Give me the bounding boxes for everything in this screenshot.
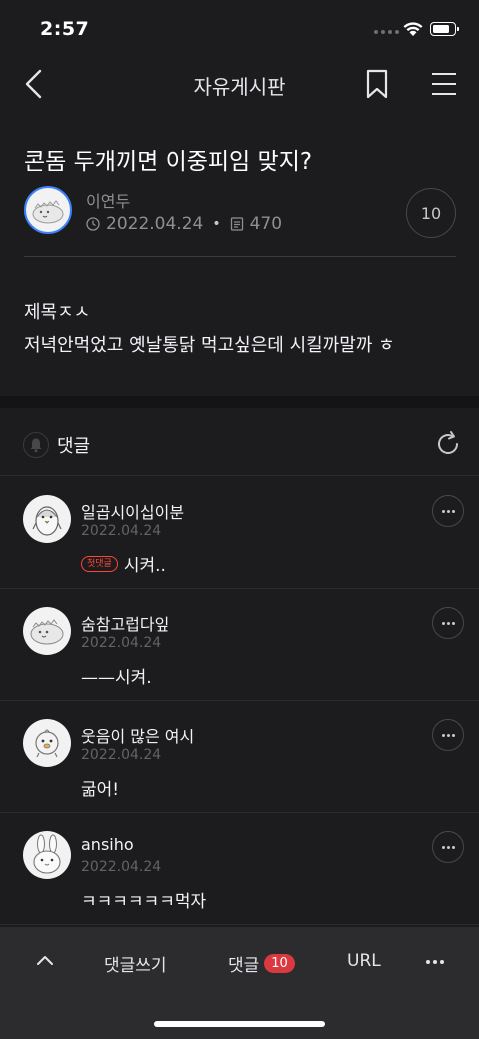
- comment-more-button[interactable]: [432, 719, 464, 751]
- chevron-up-icon[interactable]: [34, 949, 56, 971]
- post-meta: 2022.04.24 • 470: [86, 214, 282, 234]
- comments-button[interactable]: 댓글 10: [228, 951, 295, 976]
- post: 콘돔 두개끼면 이중피임 맞지? 이연두 2022.04.24 • 470 10…: [0, 112, 479, 396]
- more-icon[interactable]: [426, 960, 444, 964]
- author-avatar[interactable]: [24, 186, 72, 234]
- clock-icon: [86, 217, 100, 231]
- chick-icon: [35, 729, 59, 758]
- comment-text: 첫댓글 시켜..: [81, 551, 166, 576]
- wifi-icon: [403, 22, 423, 36]
- comment-author[interactable]: ansiho: [81, 835, 134, 854]
- battery-icon: [430, 22, 459, 36]
- first-comment-badge: 첫댓글: [81, 555, 118, 572]
- comment-author[interactable]: 일곱시이십이분: [81, 499, 184, 523]
- comment-date: 2022.04.24: [81, 747, 162, 763]
- divider: [24, 256, 456, 257]
- comment-date: 2022.04.24: [81, 523, 162, 539]
- bunny-avatar[interactable]: [23, 831, 71, 879]
- comments-header: 댓글: [0, 408, 479, 476]
- status-bar: 2:57: [0, 0, 479, 56]
- url-button[interactable]: URL: [347, 951, 381, 971]
- comment-text: 굶어!: [81, 775, 119, 800]
- comment-date: 2022.04.24: [81, 859, 162, 875]
- bottom-toolbar: 댓글쓰기 댓글 10 URL: [0, 927, 479, 1039]
- comment-date: 2022.04.24: [81, 635, 162, 651]
- menu-icon[interactable]: [430, 70, 458, 98]
- comment-more-button[interactable]: [432, 831, 464, 863]
- chick-avatar[interactable]: [23, 719, 71, 767]
- post-title: 콘돔 두개끼면 이중피임 맞지?: [24, 149, 313, 175]
- post-body-line: 저녁안먹었고 옛날통닭 먹고싶은데 시킬까말까 ㅎ: [24, 335, 395, 356]
- comment-more-button[interactable]: [432, 495, 464, 527]
- section-gap: [0, 396, 479, 408]
- comment-body: ㅋㅋㅋㅋㅋㅋ먹자: [81, 892, 207, 912]
- nav-bar: 자유게시판: [0, 56, 479, 112]
- comment-body: 시켜..: [123, 556, 166, 576]
- bell-icon: [30, 438, 42, 453]
- comments-count-badge: 10: [264, 954, 295, 973]
- lizard-icon: [30, 619, 64, 645]
- comment-text: ㅋㅋㅋㅋㅋㅋ먹자: [81, 887, 206, 912]
- views-icon: [230, 217, 243, 231]
- comment-author[interactable]: 숨참고럽다잎: [81, 611, 169, 635]
- comment-text: ——시켜.: [81, 663, 152, 688]
- comment-body: ——시켜.: [81, 668, 152, 688]
- penguin-icon: [32, 506, 62, 536]
- status-time: 2:57: [40, 18, 90, 40]
- lizard-icon: [32, 200, 64, 224]
- bookmark-icon[interactable]: [364, 68, 390, 100]
- signal-icon: [374, 30, 399, 34]
- author-name[interactable]: 이연두: [86, 188, 130, 212]
- comment-count-button[interactable]: 10: [406, 188, 456, 238]
- bunny-icon: [33, 834, 61, 874]
- meta-separator: •: [212, 216, 221, 232]
- comments-label: 댓글: [57, 436, 91, 457]
- post-date: 2022.04.24: [106, 214, 204, 234]
- comment-item: 일곱시이십이분 2022.04.24 첫댓글 시켜..: [0, 477, 479, 589]
- post-body: 제목ㅈㅅ 저녁안먹었고 옛날통닭 먹고싶은데 시킬까말까 ㅎ: [24, 296, 395, 362]
- penguin-avatar[interactable]: [23, 495, 71, 543]
- comment-item: 웃음이 많은 여시 2022.04.24 굶어!: [0, 701, 479, 813]
- lizard-avatar[interactable]: [23, 607, 71, 655]
- post-body-line: 제목ㅈㅅ: [24, 302, 91, 323]
- comment-item: 숨참고럽다잎 2022.04.24 ——시켜.: [0, 589, 479, 701]
- refresh-icon[interactable]: [434, 430, 462, 458]
- comment-more-button[interactable]: [432, 607, 464, 639]
- page-title: 자유게시판: [193, 75, 286, 99]
- write-comment-button[interactable]: 댓글쓰기: [104, 951, 167, 976]
- comment-author[interactable]: 웃음이 많은 여시: [81, 723, 194, 747]
- notification-toggle[interactable]: [23, 432, 49, 458]
- comment-body: 굶어!: [81, 780, 120, 800]
- post-views: 470: [249, 214, 283, 234]
- comments-button-label: 댓글: [228, 956, 260, 976]
- home-indicator[interactable]: [154, 1021, 325, 1027]
- comment-item: ansiho 2022.04.24 ㅋㅋㅋㅋㅋㅋ먹자: [0, 813, 479, 925]
